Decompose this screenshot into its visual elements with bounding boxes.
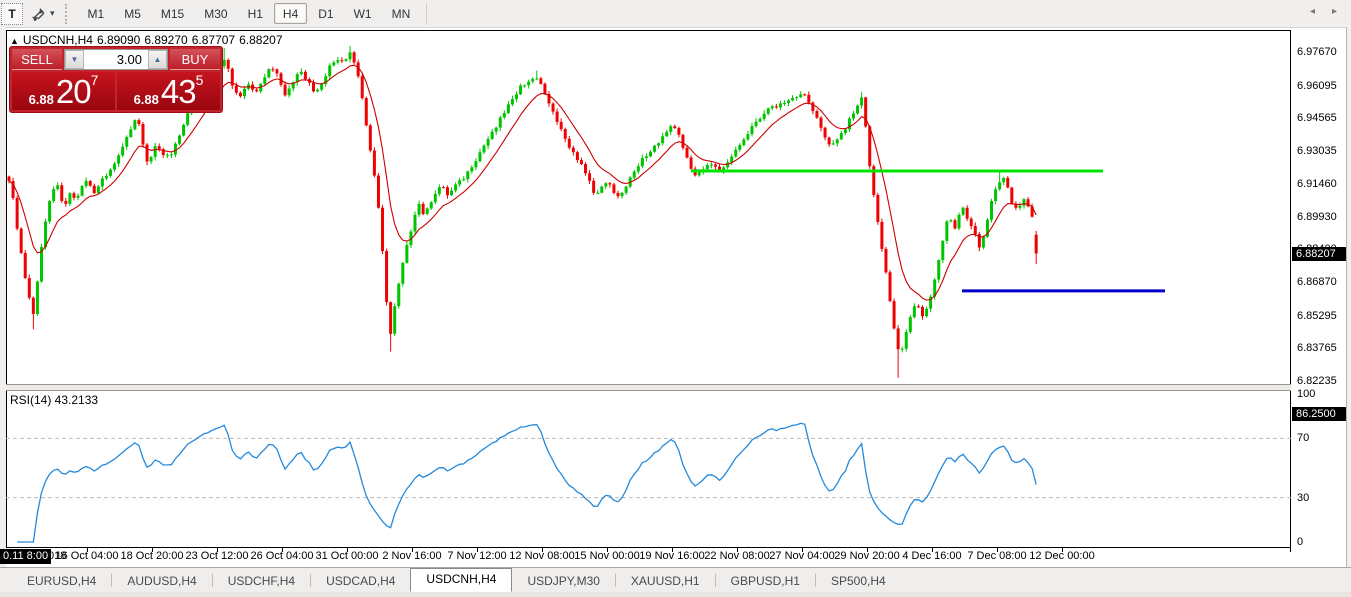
timeframe-button-row: M1M5M15M30H1H4D1W1MN: [78, 3, 421, 24]
buy-button[interactable]: BUY: [170, 49, 220, 70]
buy-button-label: BUY: [182, 52, 209, 67]
window-frame-right: [1346, 27, 1351, 592]
timeframe-m30[interactable]: M30: [195, 3, 236, 24]
volume-increase-button[interactable]: ▲: [148, 50, 167, 69]
tab-scroll-right-icon[interactable]: ▸: [1332, 6, 1337, 17]
tab-audusd-h4[interactable]: AUDUSD,H4: [112, 571, 211, 591]
rsi-axis-label: 100: [1297, 388, 1315, 400]
tab-scroll-left-icon[interactable]: ◂: [1310, 6, 1315, 17]
price-axis-label: 6.94565: [1297, 112, 1337, 124]
timeframe-mn[interactable]: MN: [383, 3, 420, 24]
price-axis-label: 6.82235: [1297, 375, 1337, 387]
sell-price-prefix: 6.88: [29, 92, 54, 107]
volume-input[interactable]: [84, 50, 148, 69]
timeframe-d1[interactable]: D1: [309, 3, 342, 24]
rsi-indicator-label: RSI(14) 43.2133: [10, 393, 98, 407]
current-price-badge: 6.88207: [1292, 247, 1346, 261]
price-axis-label: 6.86870: [1297, 276, 1337, 288]
rsi-level-badge: 86.2500: [1292, 407, 1346, 421]
cursor-tool-button[interactable]: ▾: [31, 4, 55, 24]
indicator-window-splitter[interactable]: [6, 384, 1291, 391]
volume-stepper: ▼ ▲: [64, 49, 168, 70]
tab-usdcnh-h4[interactable]: USDCNH,H4: [410, 568, 512, 592]
rsi-axis-label: 30: [1297, 492, 1309, 504]
tab-usdjpy-m30[interactable]: USDJPY,M30: [512, 571, 614, 591]
text-tool-button[interactable]: T: [1, 3, 23, 25]
sell-price-sup: 7: [91, 74, 99, 86]
sell-button[interactable]: SELL: [12, 49, 62, 70]
symbol-tab-bar: EURUSD,H4AUDUSD,H4USDCHF,H4USDCAD,H4USDC…: [0, 567, 1351, 592]
volume-decrease-button[interactable]: ▼: [65, 50, 84, 69]
price-axis-label: 6.93035: [1297, 145, 1337, 157]
rsi-line: [17, 423, 1036, 542]
price-axis-label: 6.97670: [1297, 46, 1337, 58]
timeframe-m15[interactable]: M15: [152, 3, 193, 24]
one-click-trade-panel: SELL ▼ ▲ BUY 6.88 20 7 6.88 43 5: [9, 46, 223, 113]
tab-xauusd-h1[interactable]: XAUUSD,H1: [616, 571, 715, 591]
trading-terminal-window: T ▾ M1M5M15M30H1H4D1W1MN ▲USDCNH,H46.890…: [0, 0, 1351, 597]
toolbar-grip[interactable]: [65, 4, 72, 24]
price-axis-label: 6.91460: [1297, 178, 1337, 190]
sell-price-big: 20: [56, 77, 91, 107]
spin-up-icon: ▲: [154, 55, 162, 64]
buy-price-prefix: 6.88: [134, 92, 159, 107]
time-label-remnant: 018: [48, 550, 66, 562]
buy-price-display[interactable]: 6.88 43 5: [117, 72, 220, 110]
price-axis-label: 6.89930: [1297, 211, 1337, 223]
tab-sp500-h4[interactable]: SP500,H4: [816, 571, 901, 591]
timeframe-w1[interactable]: W1: [345, 3, 381, 24]
rsi-axis-label: 70: [1297, 432, 1309, 444]
timeframe-h1[interactable]: H1: [239, 3, 272, 24]
tab-gbpusd-h1[interactable]: GBPUSD,H1: [716, 571, 815, 591]
sell-price-display[interactable]: 6.88 20 7: [12, 72, 115, 110]
tab-usdcad-h4[interactable]: USDCAD,H4: [311, 571, 410, 591]
price-axis-label: 6.85295: [1297, 310, 1337, 322]
sell-button-label: SELL: [21, 52, 53, 67]
tab-eurusd-h4[interactable]: EURUSD,H4: [12, 571, 111, 591]
timeframe-m5[interactable]: M5: [115, 3, 150, 24]
toolbar: T ▾ M1M5M15M30H1H4D1W1MN: [0, 0, 1351, 28]
window-frame-bottom: [0, 592, 1351, 597]
dropdown-caret-icon: ▾: [50, 8, 55, 19]
tab-usdchf-h4[interactable]: USDCHF,H4: [213, 571, 310, 591]
time-cursor-badge: 0.11 8:00: [0, 549, 51, 564]
spin-down-icon: ▼: [71, 55, 79, 64]
time-axis-label: 12 Dec 00:00: [1022, 550, 1102, 562]
price-axis-label: 6.96095: [1297, 80, 1337, 92]
price-axis-label: 6.83765: [1297, 342, 1337, 354]
timeframe-h4[interactable]: H4: [274, 3, 307, 24]
toolbar-separator: [426, 3, 427, 25]
rsi-axis-label: 0: [1297, 536, 1303, 548]
text-tool-icon: T: [8, 7, 15, 21]
cursor-mode-icon: [31, 7, 47, 21]
buy-price-sup: 5: [196, 74, 204, 86]
timeframe-m1[interactable]: M1: [79, 3, 114, 24]
buy-price-big: 43: [161, 77, 196, 107]
